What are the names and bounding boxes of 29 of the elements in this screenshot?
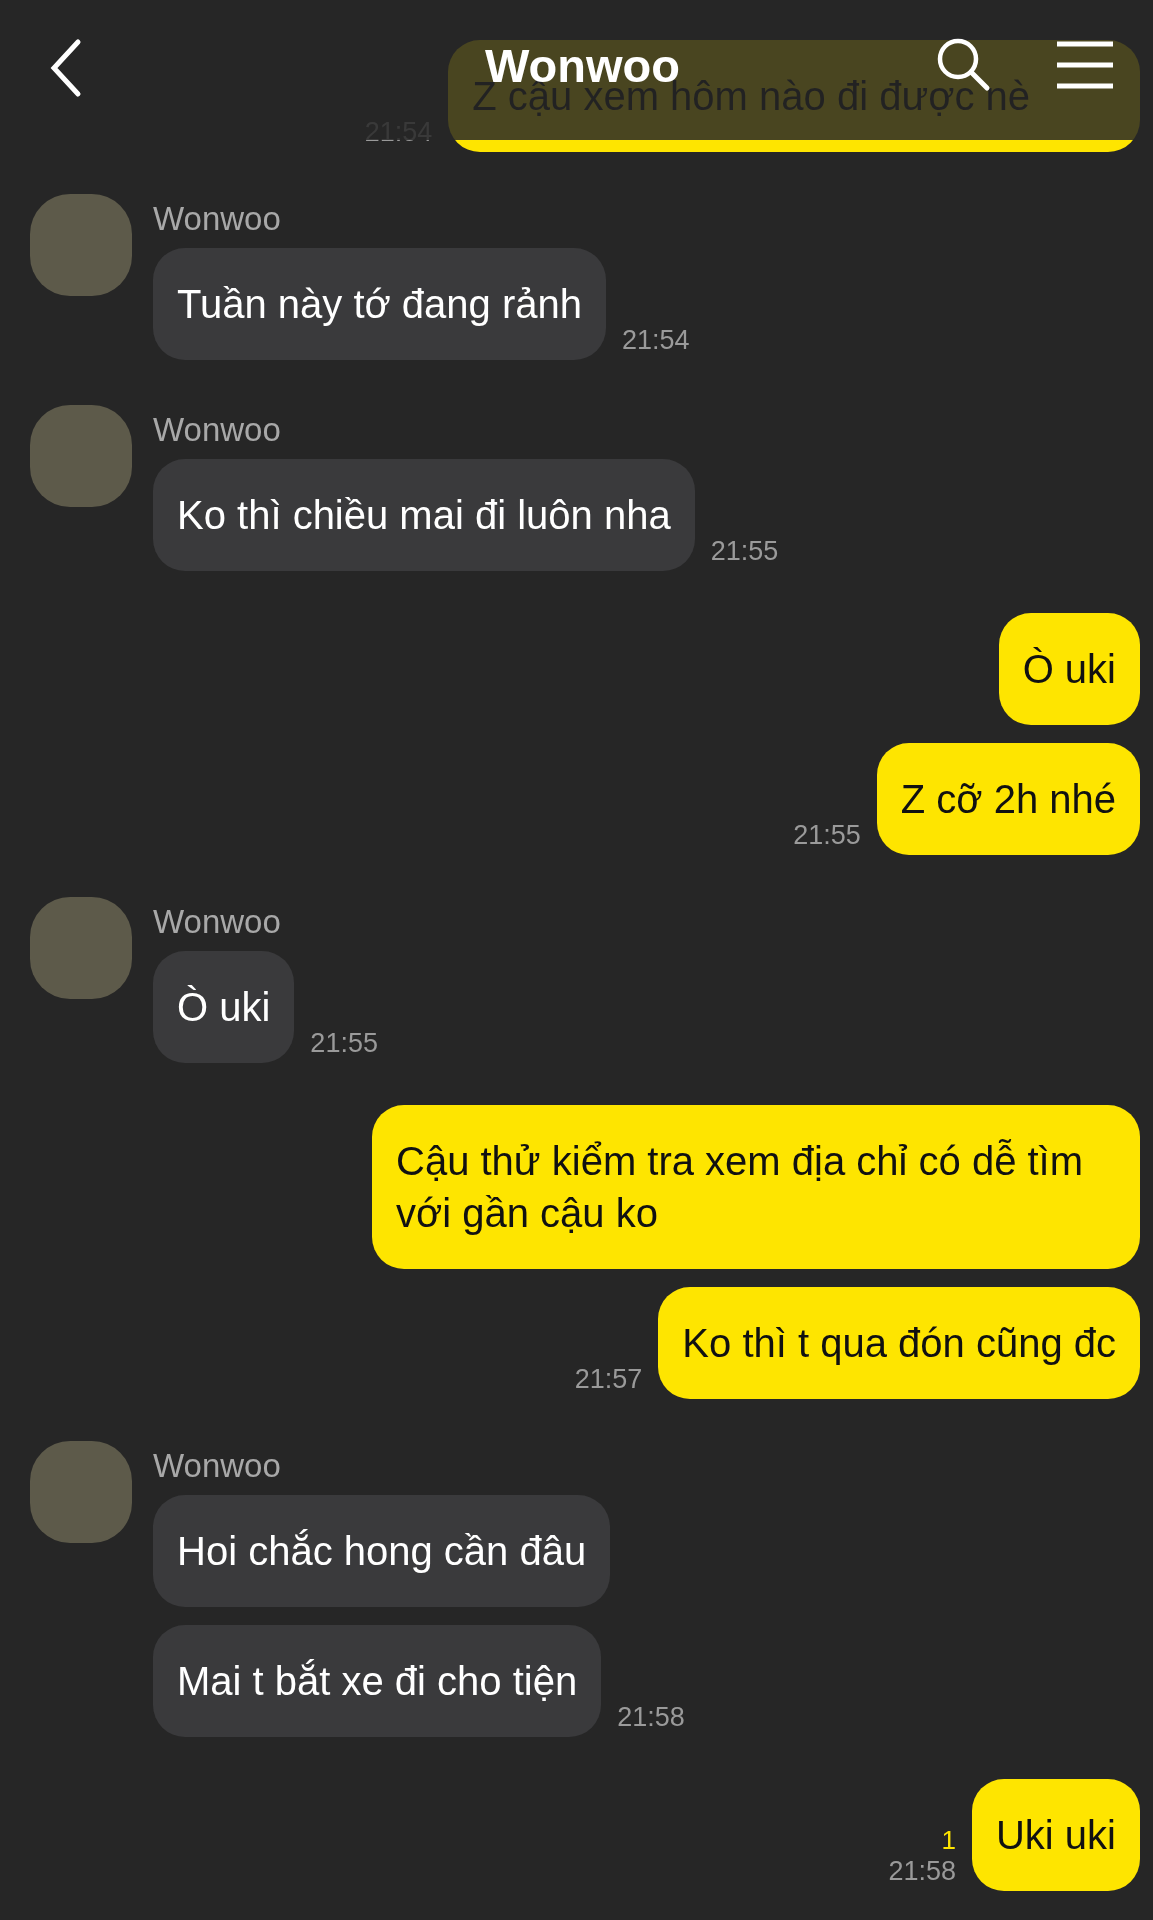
avatar-photo-placeholder[interactable] bbox=[30, 194, 132, 296]
sender-name: Wonwoo bbox=[153, 200, 282, 238]
message-time: 21:55 bbox=[310, 1028, 378, 1059]
avatar-photo-placeholder[interactable] bbox=[30, 897, 132, 999]
message-bubble: Mai t bắt xe đi cho tiện bbox=[153, 1625, 602, 1737]
menu-icon[interactable] bbox=[1055, 40, 1115, 90]
message-time: 21:55 bbox=[793, 820, 861, 851]
sender-name: Wonwoo bbox=[153, 411, 282, 449]
sender-name: Wonwoo bbox=[153, 1447, 282, 1485]
message-time: 21:55 bbox=[710, 536, 779, 567]
message-bubble: Ko thì t qua đón cũng đc bbox=[658, 1287, 1140, 1399]
avatar-photo-placeholder[interactable] bbox=[30, 1441, 132, 1543]
message-bubble: Ò uki bbox=[153, 951, 295, 1063]
unread-count: 1 bbox=[941, 1825, 956, 1856]
message-time: 21:58 bbox=[888, 1856, 956, 1887]
message-time: 21:58 bbox=[617, 1702, 685, 1733]
chat-title: Wonwoo bbox=[485, 38, 680, 92]
message-bubble: Ò uki bbox=[998, 613, 1140, 725]
message-time: 21:54 bbox=[364, 117, 433, 148]
sender-name: Wonwoo bbox=[153, 903, 282, 941]
message-bubble: Ko thì chiều mai đi luôn nha bbox=[153, 459, 695, 571]
message-time: 21:54 bbox=[622, 325, 690, 356]
message-bubble: Cậu thử kiểm tra xem địa chỉ có dễ tìm với gần cậu ko bbox=[372, 1105, 1140, 1269]
avatar-photo-placeholder[interactable] bbox=[30, 405, 132, 507]
message-bubble: Uki uki bbox=[971, 1779, 1140, 1891]
message-time: 21:57 bbox=[574, 1364, 643, 1395]
message-bubble: Hoi chắc hong cần đâu bbox=[153, 1495, 611, 1607]
message-bubble: Tuần này tớ đang rảnh bbox=[153, 248, 607, 360]
message-bubble: Z cỡ 2h nhé bbox=[876, 743, 1140, 855]
